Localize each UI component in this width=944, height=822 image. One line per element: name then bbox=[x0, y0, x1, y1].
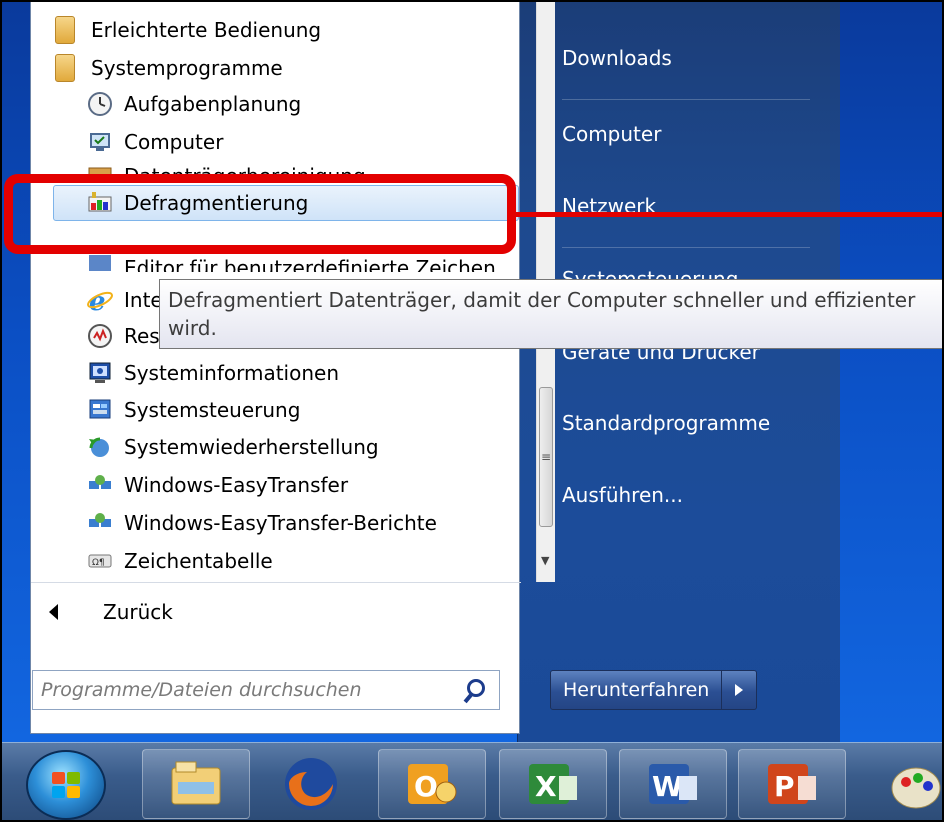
scrollbar-thumb[interactable]: ≡ bbox=[539, 387, 553, 527]
chevron-right-icon bbox=[735, 684, 744, 696]
tooltip-line-1: Defragmentiert Datenträger, damit der Co… bbox=[168, 288, 916, 312]
sysinfo-icon bbox=[86, 359, 114, 387]
taskbar-explorer[interactable] bbox=[142, 749, 250, 819]
start-button[interactable] bbox=[26, 750, 106, 820]
control-panel-icon bbox=[86, 396, 114, 424]
program-label: Zeichentabelle bbox=[124, 549, 273, 573]
program-label: Systemsteuerung bbox=[124, 398, 301, 422]
folder-icon bbox=[55, 54, 75, 82]
folder-label: Systemprogramme bbox=[91, 56, 283, 80]
program-label: Computer bbox=[124, 130, 224, 154]
svg-text:P: P bbox=[774, 770, 795, 803]
shutdown-group: Herunterfahren bbox=[550, 670, 758, 710]
program-label: Windows-EasyTransfer bbox=[124, 473, 349, 497]
restore-icon bbox=[86, 433, 114, 461]
editor-icon bbox=[86, 254, 114, 272]
ie-icon: e bbox=[86, 286, 114, 317]
firefox-icon bbox=[285, 758, 337, 810]
shutdown-options-button[interactable] bbox=[722, 670, 758, 710]
svg-text:O: O bbox=[414, 770, 438, 803]
scroll-down-arrow-icon[interactable]: ▼ bbox=[541, 554, 549, 567]
program-systemsteuerung[interactable]: Systemsteuerung bbox=[31, 392, 556, 428]
tooltip: Defragmentiert Datenträger, damit der Co… bbox=[159, 279, 942, 349]
tooltip-line-2: wird. bbox=[168, 316, 217, 340]
link-standardprogramme[interactable]: Standardprogramme bbox=[562, 411, 770, 435]
highlight-annotation-box bbox=[4, 174, 516, 254]
program-label: Systemwiederherstellung bbox=[124, 435, 379, 459]
charmap-icon: Ω¶ bbox=[86, 547, 114, 575]
grip-icon: ≡ bbox=[540, 450, 552, 464]
start-menu-programs-panel: Erleichterte Bedienung Systemprogramme A… bbox=[30, 2, 555, 734]
start-menu-right-panel bbox=[517, 2, 840, 742]
separator bbox=[562, 99, 810, 100]
windows-logo-icon bbox=[52, 772, 82, 800]
taskbar-excel[interactable]: X bbox=[499, 749, 607, 819]
program-aufgabenplanung[interactable]: Aufgabenplanung bbox=[31, 86, 556, 122]
program-windows-easytransfer[interactable]: Windows-EasyTransfer bbox=[31, 467, 556, 503]
svg-text:W: W bbox=[652, 770, 683, 803]
program-windows-easytransfer-berichte[interactable]: Windows-EasyTransfer-Berichte bbox=[31, 505, 556, 541]
program-label: Editor für benutzerdefinierte Zeichen bbox=[124, 256, 496, 272]
taskbar-paint[interactable] bbox=[860, 749, 942, 819]
svg-text:X: X bbox=[535, 770, 557, 803]
folder-label: Erleichterte Bedienung bbox=[91, 18, 322, 42]
separator bbox=[31, 582, 521, 583]
program-label: Systeminformationen bbox=[124, 361, 339, 385]
program-label: Windows-EasyTransfer-Berichte bbox=[124, 511, 437, 535]
link-computer[interactable]: Computer bbox=[562, 122, 661, 146]
outlook-icon: O bbox=[408, 764, 457, 804]
program-zeichentabelle[interactable]: Ω¶ Zeichentabelle bbox=[31, 543, 556, 579]
easytransfer-reports-icon bbox=[86, 509, 114, 537]
folder-erleichterte-bedienung[interactable]: Erleichterte Bedienung bbox=[31, 12, 521, 48]
back-button[interactable]: Zurück bbox=[49, 594, 173, 630]
taskbar-powerpoint[interactable]: P bbox=[738, 749, 846, 819]
paint-icon bbox=[891, 767, 941, 809]
shutdown-button[interactable]: Herunterfahren bbox=[550, 670, 723, 710]
taskbar: O X W P bbox=[2, 742, 942, 820]
folder-icon bbox=[55, 16, 75, 44]
svg-text:Ω¶: Ω¶ bbox=[92, 558, 105, 568]
back-label: Zurück bbox=[103, 600, 173, 624]
taskbar-firefox[interactable] bbox=[257, 749, 365, 819]
highlight-annotation-line bbox=[516, 212, 942, 217]
taskbar-outlook[interactable]: O bbox=[378, 749, 486, 819]
folder-systemprogramme[interactable]: Systemprogramme bbox=[31, 50, 521, 86]
program-computer[interactable]: Computer bbox=[31, 124, 556, 160]
easytransfer-icon bbox=[86, 471, 114, 499]
explorer-icon bbox=[171, 761, 221, 805]
program-label: Aufgabenplanung bbox=[124, 92, 302, 116]
taskbar-word[interactable]: W bbox=[619, 749, 727, 819]
excel-icon: X bbox=[529, 764, 577, 804]
program-systemwiederherstellung[interactable]: Systemwiederherstellung bbox=[31, 429, 556, 465]
search-box[interactable] bbox=[32, 670, 500, 710]
screen: Downloads Computer Netzwerk Systemsteuer… bbox=[0, 0, 944, 822]
search-icon[interactable] bbox=[461, 676, 489, 704]
powerpoint-icon: P bbox=[768, 764, 816, 804]
program-editor-zeichen[interactable]: Editor für benutzerdefinierte Zeichen bbox=[31, 254, 556, 272]
program-systeminformationen[interactable]: Systeminformationen bbox=[31, 355, 556, 391]
link-downloads[interactable]: Downloads bbox=[562, 46, 672, 70]
back-arrow-icon bbox=[49, 604, 58, 620]
word-icon: W bbox=[649, 764, 697, 804]
clock-icon bbox=[86, 90, 114, 118]
search-input[interactable] bbox=[33, 678, 461, 702]
computer-icon bbox=[86, 128, 114, 156]
link-ausfuehren[interactable]: Ausführen... bbox=[562, 483, 683, 507]
resource-monitor-icon bbox=[86, 322, 114, 350]
separator bbox=[562, 247, 810, 248]
